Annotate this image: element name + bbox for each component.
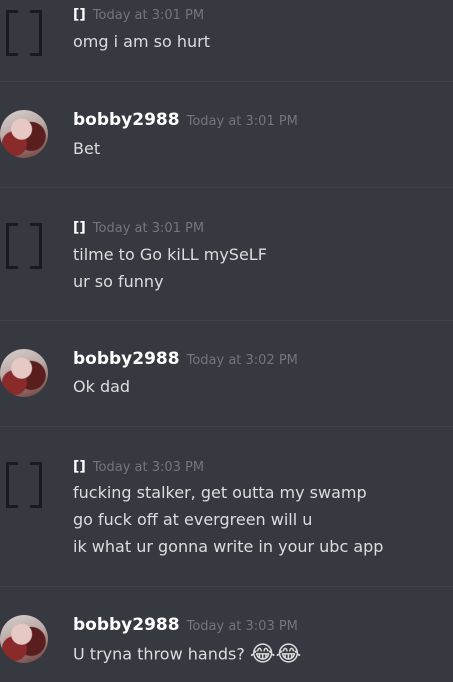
timestamp: Today at 3:03 PM [186,619,298,634]
username[interactable]: [] [73,7,86,23]
message-group: [] Today at 3:01 PM tilme to Go kiLL myS… [0,188,453,321]
message-text: fucking stalker, get outta my swamp [73,483,367,502]
username[interactable]: bobby2988 [73,110,180,130]
message-group: [] Today at 3:01 PM omg i am so hurt [0,0,453,82]
message-text: Ok dad [73,377,131,396]
message-group: bobby2988 Today at 3:03 PM U tryna throw… [0,587,453,682]
message-group: [] Today at 3:03 PM fucking stalker, get… [0,427,453,587]
message-group: bobby2988 Today at 3:02 PM Ok dad [0,321,453,427]
timestamp: Today at 3:01 PM [186,114,298,129]
user-photo-avatar[interactable] [0,615,48,663]
username[interactable]: bobby2988 [73,615,180,635]
message-text: ik what ur gonna write in your ubc app [73,537,384,556]
user-photo-avatar[interactable] [0,110,48,158]
message-text: U tryna throw hands? 😂😂 [73,643,301,667]
message-text: tilme to Go kiLL mySeLF [73,245,267,264]
bracket-avatar-icon[interactable] [6,10,42,56]
chat-message-list: [] Today at 3:01 PM omg i am so hurt bob… [0,0,453,682]
username[interactable]: [] [73,220,86,236]
user-photo-avatar[interactable] [0,349,48,397]
message-text: omg i am so hurt [73,32,210,51]
timestamp: Today at 3:01 PM [92,221,205,236]
message-text: go fuck off at evergreen will u [73,510,313,529]
username[interactable]: bobby2988 [73,349,180,369]
tears-of-joy-emoji[interactable]: 😂😂 [250,643,301,667]
message-text: Bet [73,139,101,158]
bracket-avatar-icon[interactable] [6,462,42,508]
username[interactable]: [] [73,459,86,475]
message-text: ur so funny [73,272,164,291]
timestamp: Today at 3:01 PM [92,8,205,23]
bracket-avatar-icon[interactable] [6,223,42,269]
message-group: bobby2988 Today at 3:01 PM Bet [0,82,453,188]
timestamp: Today at 3:03 PM [92,460,205,475]
timestamp: Today at 3:02 PM [186,353,298,368]
message-text-content: U tryna throw hands? [73,644,245,664]
